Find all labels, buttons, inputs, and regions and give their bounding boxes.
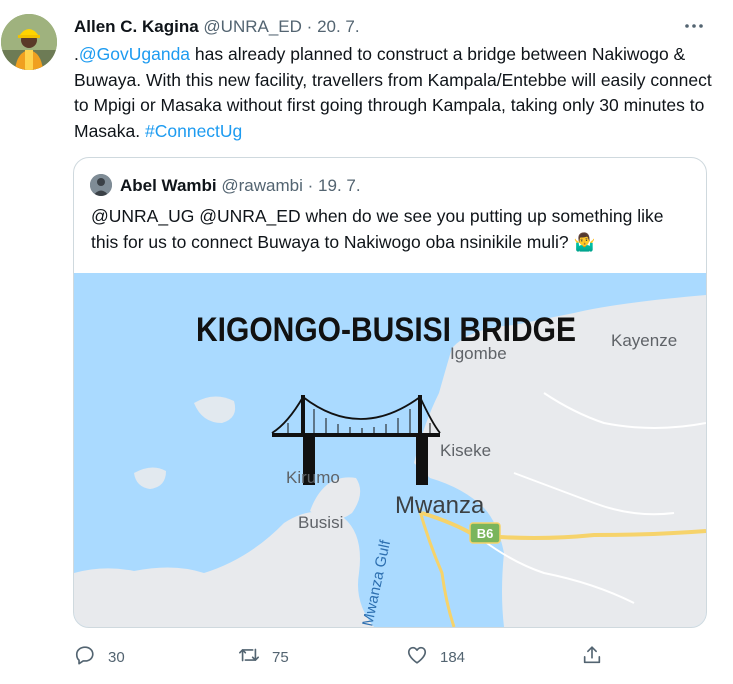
like-icon[interactable]: [406, 644, 428, 670]
retweet-count: 75: [272, 648, 289, 666]
quote-header: Abel Wambi @rawambi · 19. 7.: [120, 175, 361, 197]
road-shield-label: B6: [477, 526, 494, 541]
share-button[interactable]: [581, 640, 603, 674]
label-mwanza: Mwanza: [395, 492, 485, 519]
tweet-text: .@GovUganda has already planned to const…: [74, 42, 714, 144]
tweet-header: Allen C. Kagina @UNRA_ED · 20. 7.: [74, 16, 360, 38]
quote-separator: ·: [307, 176, 314, 195]
quote-text: @UNRA_UG @UNRA_ED when do we see you put…: [91, 206, 664, 252]
map-title: KIGONGO-BUSISI BRIDGE: [196, 311, 576, 349]
author-avatar[interactable]: [1, 14, 57, 70]
retweet-button[interactable]: 75: [238, 640, 289, 674]
tweet-date[interactable]: 20. 7.: [317, 17, 360, 36]
hashtag-link[interactable]: #ConnectUg: [145, 121, 242, 141]
quote-image-map[interactable]: KIGONGO-BUSISI BRIDGE Igombe Kayenze Kis…: [74, 273, 706, 627]
quote-author-handle[interactable]: @rawambi: [221, 176, 303, 195]
action-bar: 30 75 184: [0, 640, 733, 674]
road-shield-b6: B6: [469, 522, 501, 544]
more-icon[interactable]: [682, 14, 706, 38]
label-kayenze: Kayenze: [611, 331, 677, 350]
tweet[interactable]: Allen C. Kagina @UNRA_ED · 20. 7. .@GovU…: [0, 0, 733, 684]
quote-author-name[interactable]: Abel Wambi: [120, 176, 217, 195]
retweet-icon[interactable]: [238, 644, 260, 670]
reply-count: 30: [108, 648, 125, 666]
label-kiseke: Kiseke: [440, 441, 491, 460]
quoted-tweet[interactable]: Abel Wambi @rawambi · 19. 7. @UNRA_UG @U…: [73, 157, 707, 628]
author-handle[interactable]: @UNRA_ED: [203, 17, 302, 36]
label-busisi: Busisi: [298, 513, 343, 532]
label-igombe: Igombe: [450, 344, 507, 363]
quote-date[interactable]: 19. 7.: [318, 176, 361, 195]
header-separator: ·: [306, 17, 313, 36]
share-icon[interactable]: [581, 644, 603, 670]
quote-author-avatar[interactable]: [90, 174, 112, 196]
mention-link[interactable]: @GovUganda: [79, 44, 190, 64]
like-button[interactable]: 184: [406, 640, 465, 674]
label-kirumo: Kirumo: [286, 468, 340, 487]
reply-icon[interactable]: [74, 644, 96, 670]
like-count: 184: [440, 648, 466, 666]
author-name[interactable]: Allen C. Kagina: [74, 17, 199, 36]
reply-button[interactable]: 30: [74, 640, 125, 674]
